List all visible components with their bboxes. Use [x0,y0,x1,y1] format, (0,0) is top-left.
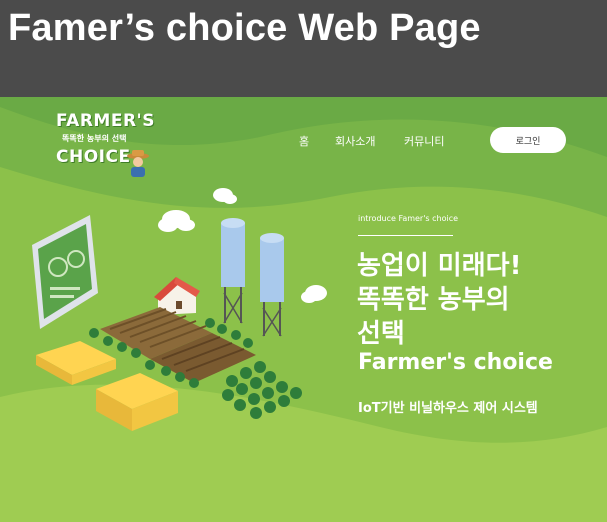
farm-illustration [32,188,327,431]
nav-community[interactable]: 커뮤니티 [404,133,444,149]
cloud-icon [301,285,327,303]
brand-name: Farmer's choice [358,350,553,375]
headline-line-1: 농업이 미래다! [357,251,522,281]
intro-label: introduce Famer's choice [358,214,459,223]
nav-company[interactable]: 회사소개 [335,133,375,149]
silo-icon [221,218,245,324]
cloud-icon [158,210,195,232]
hero-subtitle: IoT기반 비닐하우스 제어 시스템 [358,401,538,416]
headline-line-3: 선택 [357,319,405,349]
hay-bale-icon [36,341,116,385]
silo-icon [260,233,284,337]
tablet-icon [32,215,98,329]
hero-section: FARMER'S 똑똑한 농부의 선택 CHOICE 홈 회사소개 커뮤니티 로… [0,97,607,522]
hero-headline: 농업이 미래다! 똑똑한 농부의 선택 [357,249,521,351]
intro-divider [358,235,453,236]
cloud-icon [213,188,237,204]
slide-title: Famer’s choice Web Page [8,7,481,49]
login-button[interactable]: 로그인 [490,127,566,153]
slide-title-bar: Famer’s choice Web Page [0,0,607,97]
headline-line-2: 똑똑한 농부의 [357,285,510,315]
hay-bale-icon [96,373,178,431]
